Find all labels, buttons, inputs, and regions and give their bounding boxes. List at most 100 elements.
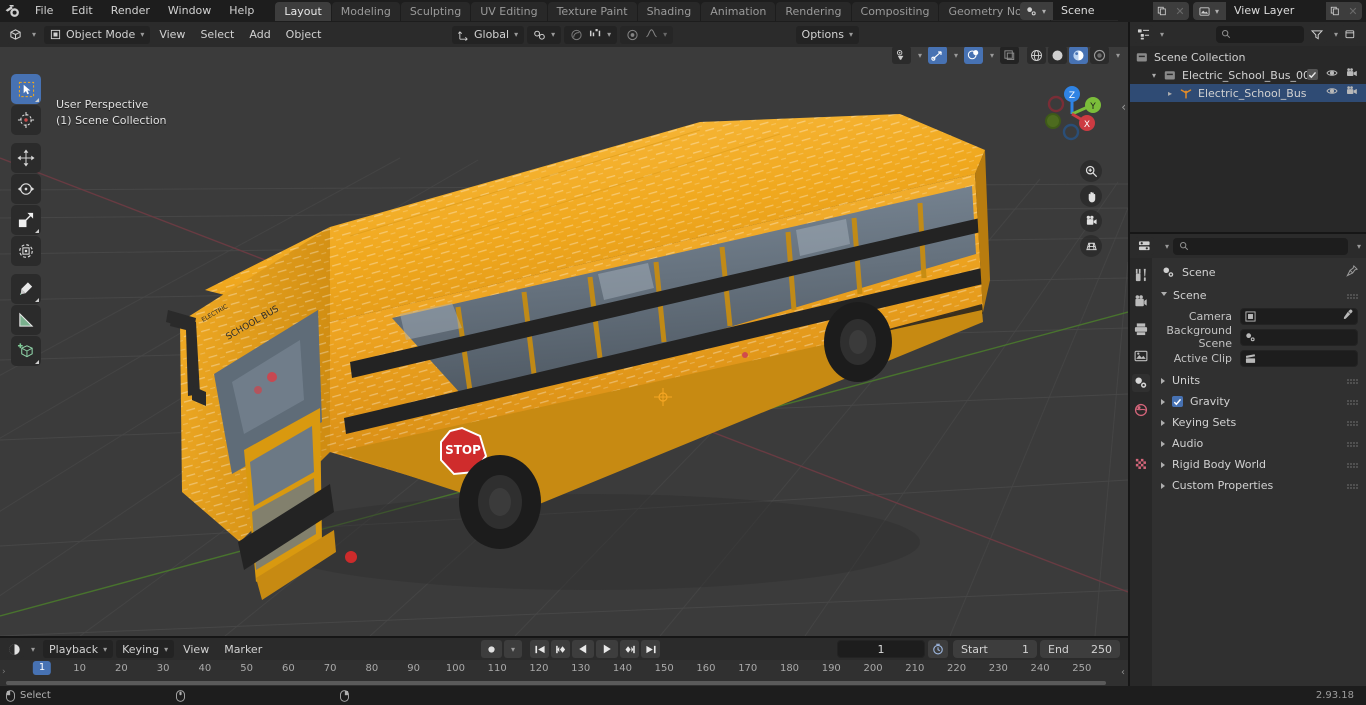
view-layer-selector[interactable]: ▾ View Layer ✕ <box>1193 2 1362 20</box>
view-layer-tab[interactable] <box>1132 347 1150 365</box>
rotate-tool[interactable] <box>11 174 41 204</box>
outliner-row-electric-school-bus-001[interactable]: ▾ Electric_School_Bus_001 <box>1130 66 1366 84</box>
timeline-editor[interactable]: ▾ Playback ▾ Keying ▾ View Marker ▾ 1 St… <box>0 638 1128 686</box>
measure-tool[interactable] <box>11 305 41 335</box>
add-cube-tool[interactable] <box>11 336 41 366</box>
timeline-ruler[interactable]: 10 20 30 40 50 60 70 80 90 100 110 120 130 140 150 160 1… <box>0 660 1128 686</box>
start-frame-field[interactable]: Start 1 <box>953 640 1037 658</box>
auto-keying-chevron-icon[interactable]: ▾ <box>504 640 522 658</box>
overlays-chevron-down-icon[interactable]: ▾ <box>990 51 994 60</box>
snap-toggle[interactable]: ▾ <box>527 25 562 44</box>
proportional-editing-group[interactable]: ▾ <box>564 25 618 44</box>
timeline-horizontal-scrollbar[interactable] <box>6 681 1106 685</box>
top-menu-window[interactable]: Window <box>159 2 220 20</box>
outliner-filter-icon[interactable] <box>1307 25 1327 43</box>
scene-selector[interactable]: ▾ Scene ✕ <box>1020 2 1189 20</box>
jump-to-start-button[interactable] <box>530 640 549 658</box>
viewport-menu-object[interactable]: Object <box>280 26 328 44</box>
editor-type-chevron-down-icon[interactable]: ▾ <box>32 30 36 39</box>
viewport-menu-add[interactable]: Add <box>243 26 276 44</box>
properties-section-gravity[interactable]: Gravity <box>1152 391 1366 412</box>
move-tool[interactable] <box>11 143 41 173</box>
view-layer-chevron-down-icon[interactable]: ▾ <box>1215 2 1226 20</box>
xray-toggle[interactable] <box>999 46 1019 64</box>
properties-section-audio[interactable]: Audio <box>1152 433 1366 454</box>
shading-material-preview-button[interactable] <box>1068 46 1088 64</box>
outliner-search-input[interactable] <box>1215 25 1304 43</box>
expand-chevron-down-icon[interactable]: ▾ <box>1152 71 1164 80</box>
workspace-tab-rendering[interactable]: Rendering <box>776 1 851 21</box>
workspace-tab-texture-paint[interactable]: Texture Paint <box>547 1 637 21</box>
shading-wireframe-button[interactable] <box>1026 46 1046 64</box>
outliner-display-mode-chevron-icon[interactable]: ▾ <box>1160 30 1164 39</box>
editor-split-right-horizontal[interactable] <box>1130 232 1366 234</box>
field-input[interactable] <box>1240 307 1358 325</box>
workspace-tab-shading[interactable]: Shading <box>637 1 701 21</box>
outliner-new-collection-icon[interactable] <box>1341 25 1360 43</box>
expand-chevron-right-icon[interactable]: ▸ <box>1168 89 1180 98</box>
pin-icon[interactable] <box>1346 264 1359 280</box>
tweak-select-tool[interactable] <box>11 74 41 104</box>
play-button[interactable] <box>596 640 618 658</box>
tool-tab[interactable] <box>1132 266 1150 284</box>
remove-scene-close-icon[interactable]: ✕ <box>1171 2 1189 20</box>
outliner-editor-type-icon[interactable] <box>1134 25 1153 43</box>
next-keyframe-button[interactable] <box>620 640 639 658</box>
editor-split-vertical[interactable] <box>1128 22 1130 686</box>
timeline-menu-view[interactable]: View <box>177 640 215 658</box>
world-tab[interactable] <box>1132 401 1150 419</box>
camera-view-icon[interactable] <box>1080 210 1102 232</box>
output-tab[interactable] <box>1132 320 1150 338</box>
shading-rendered-button[interactable] <box>1089 46 1109 64</box>
keying-dropdown[interactable]: Keying ▾ <box>116 640 175 658</box>
timeline-type-chevron-icon[interactable]: ▾ <box>31 645 35 654</box>
disable-in-renders-camera-icon[interactable] <box>1346 68 1358 81</box>
new-view-layer-copy-icon[interactable] <box>1326 2 1344 20</box>
workspace-tab-layout[interactable]: Layout <box>275 1 331 21</box>
previous-keyframe-button[interactable] <box>551 640 570 658</box>
play-reverse-button[interactable] <box>572 640 594 658</box>
scene-chevron-down-icon[interactable]: ▾ <box>1042 2 1053 20</box>
workspace-tab-sculpting[interactable]: Sculpting <box>400 1 471 21</box>
hide-in-viewport-eye-icon[interactable] <box>1326 68 1338 81</box>
sidebar-toggle-chevron-icon[interactable]: ‹ <box>1121 100 1126 114</box>
workspace-tab-animation[interactable]: Animation <box>701 1 776 21</box>
annotate-tool[interactable] <box>11 274 41 304</box>
scene-panel-header[interactable]: Scene <box>1152 285 1366 305</box>
new-scene-copy-icon[interactable] <box>1153 2 1171 20</box>
eyedropper-icon[interactable] <box>1342 309 1353 323</box>
render-tab[interactable] <box>1132 293 1150 311</box>
proportional-falloff-icon[interactable] <box>589 27 602 42</box>
remove-view-layer-close-icon[interactable]: ✕ <box>1344 2 1362 20</box>
falloff-curve-icon[interactable] <box>645 27 658 42</box>
viewport-menu-view[interactable]: View <box>153 26 191 44</box>
properties-section-custom-properties[interactable]: Custom Properties <box>1152 475 1366 496</box>
current-frame-field[interactable]: 1 <box>837 640 925 658</box>
viewport-canvas[interactable]: STOP SCHOOL BUS ELECTRIC <box>0 22 1128 636</box>
visibility-selectability-icon[interactable] <box>891 46 911 64</box>
3d-viewport[interactable]: STOP SCHOOL BUS ELECTRIC ▾ Object Mode ▾… <box>0 22 1128 636</box>
timeline-collapse-icon[interactable]: ‹ <box>1121 667 1125 678</box>
properties-type-chevron-icon[interactable]: ▾ <box>1165 242 1169 251</box>
top-menu-help[interactable]: Help <box>220 2 263 20</box>
top-menu-edit[interactable]: Edit <box>62 2 101 20</box>
auto-keying-toggle[interactable] <box>481 640 502 658</box>
playback-dropdown[interactable]: Playback ▾ <box>43 640 114 658</box>
proportional-snap-secondary[interactable]: ▾ <box>620 25 674 44</box>
editor-type-icon[interactable] <box>6 25 25 44</box>
show-overlays-toggle[interactable] <box>963 46 983 64</box>
viewport-options-dropdown[interactable]: Options ▾ <box>795 25 859 44</box>
outliner-row-scene-collection[interactable]: Scene Collection <box>1130 48 1366 66</box>
navigation-gizmo[interactable]: Z Y X <box>1034 72 1110 148</box>
shading-chevron-down-icon[interactable]: ▾ <box>1116 51 1120 60</box>
properties-section-keying-sets[interactable]: Keying Sets <box>1152 412 1366 433</box>
gravity-checkbox[interactable] <box>1172 396 1183 407</box>
properties-search-input[interactable] <box>1173 237 1348 255</box>
gizmo-chevron-down-icon[interactable]: ▾ <box>954 51 958 60</box>
properties-section-units[interactable]: Units <box>1152 370 1366 391</box>
view-layer-name[interactable]: View Layer <box>1226 2 1326 20</box>
timeline-editor-type-icon[interactable] <box>5 640 24 658</box>
field-input[interactable] <box>1240 328 1358 346</box>
workspace-tab-compositing[interactable]: Compositing <box>851 1 939 21</box>
object-mode-dropdown[interactable]: Object Mode ▾ <box>44 25 151 44</box>
